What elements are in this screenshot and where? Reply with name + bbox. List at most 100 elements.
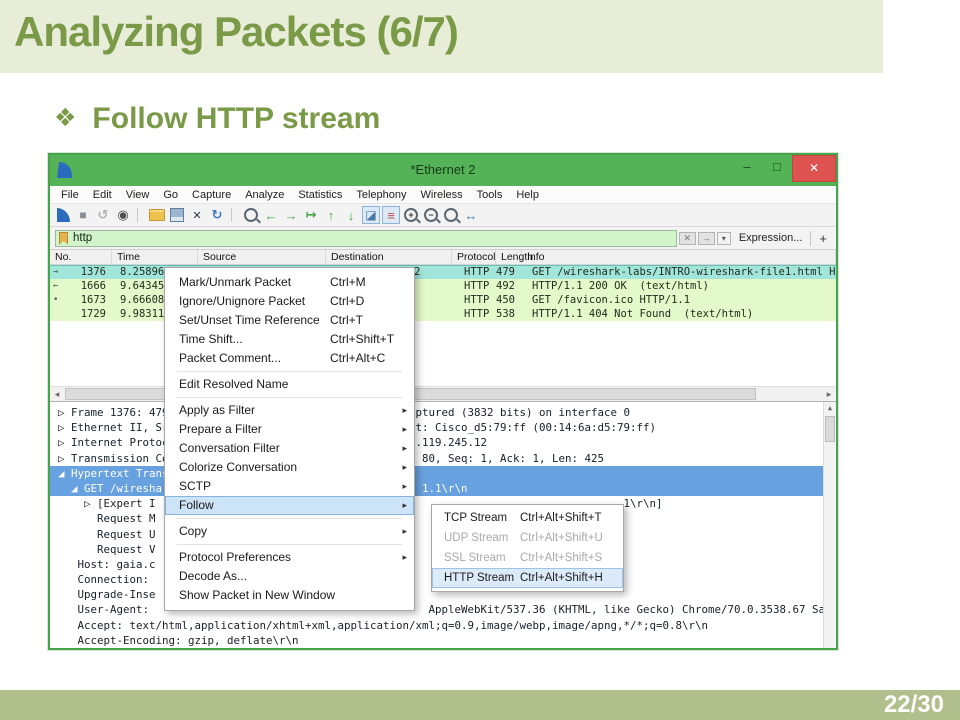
slide-footer-bar [0, 690, 960, 720]
column-time[interactable]: Time [112, 250, 198, 264]
context-menu-item[interactable]: Edit Resolved Name [165, 375, 414, 394]
submenu-item[interactable]: HTTP Stream Ctrl+Alt+Shift+H [432, 568, 623, 588]
zoom-out-icon[interactable]: − [422, 206, 440, 224]
filter-bookmark-icon[interactable] [59, 232, 68, 245]
column-info[interactable]: Info [522, 250, 836, 264]
vertical-scroll-thumb[interactable] [825, 416, 835, 442]
bullet-line: ❖ Follow HTTP stream [54, 102, 380, 136]
packet-length: 450 [496, 293, 522, 307]
context-menu-item[interactable]: SCTP ▸ [165, 477, 414, 496]
expression-button[interactable]: Expression... [739, 232, 803, 244]
zoom-in-icon[interactable]: + [402, 206, 420, 224]
packet-length: 479 [496, 265, 522, 279]
go-to-bottom-icon[interactable]: ↓ [342, 206, 360, 224]
bullet-diamond-icon: ❖ [54, 104, 76, 132]
submenu-item[interactable]: TCP Stream Ctrl+Alt+Shift+T [432, 508, 623, 528]
close-button[interactable]: ✕ [792, 155, 836, 182]
scroll-right-icon[interactable]: ▸ [822, 387, 836, 401]
menu-item[interactable]: Telephony [349, 189, 413, 201]
submenu-item-label: TCP Stream [444, 512, 507, 524]
menu-item[interactable]: Analyze [238, 189, 291, 201]
submenu-item[interactable]: SSL Stream Ctrl+Alt+Shift+S [432, 548, 623, 568]
context-menu-item[interactable]: Show Packet in New Window [165, 586, 414, 605]
go-forward-icon[interactable]: → [282, 206, 300, 224]
close-file-icon[interactable]: ✕ [188, 206, 206, 224]
go-to-packet-icon[interactable]: ↦ [302, 206, 320, 224]
context-menu-item[interactable]: Colorize Conversation ▸ [165, 458, 414, 477]
column-no[interactable]: No. [50, 250, 112, 264]
filter-input[interactable]: http [55, 230, 677, 247]
reload-file-icon[interactable]: ↻ [208, 206, 226, 224]
menu-item[interactable]: Edit [86, 189, 119, 201]
column-protocol[interactable]: Protocol [452, 250, 496, 264]
toolbar-separator[interactable] [137, 208, 143, 222]
context-menu-item-label: Follow [179, 498, 214, 512]
context-menu-item[interactable]: Protocol Preferences ▸ [165, 548, 414, 567]
menu-item[interactable]: Tools [470, 189, 510, 201]
find-packet-icon[interactable] [242, 206, 260, 224]
zoom-100-icon[interactable] [442, 206, 460, 224]
packet-context-menu: Mark/Unmark Packet Ctrl+M Ignore/Unignor… [164, 267, 415, 611]
submenu-item-shortcut: Ctrl+Alt+Shift+U [520, 528, 603, 548]
details-line[interactable]: Accept-Encoding: gzip, deflate\r\n [58, 633, 823, 648]
menu-item[interactable]: File [54, 189, 86, 201]
save-file-icon[interactable] [168, 206, 186, 224]
context-menu-item[interactable]: Apply as Filter ▸ [165, 401, 414, 420]
submenu-item-label: UDP Stream [444, 532, 508, 544]
window-title: *Ethernet 2 [50, 155, 836, 185]
context-menu-item[interactable]: Set/Unset Time Reference Ctrl+T [165, 311, 414, 330]
context-menu-item[interactable]: Packet Comment... Ctrl+Alt+C [165, 349, 414, 368]
menu-item[interactable]: View [119, 189, 157, 201]
add-filter-button[interactable]: + [810, 231, 831, 246]
context-menu-item[interactable] [177, 518, 402, 519]
menu-item[interactable]: Wireless [414, 189, 470, 201]
submenu-item-label: HTTP Stream [444, 572, 514, 584]
context-menu-item[interactable] [177, 397, 402, 398]
colorize-icon[interactable]: ≡ [382, 206, 400, 224]
go-to-top-icon[interactable]: ↑ [322, 206, 340, 224]
filter-clear-icon[interactable]: ✕ [679, 232, 696, 245]
context-menu-item[interactable]: Ignore/Unignore Packet Ctrl+D [165, 292, 414, 311]
maximize-button[interactable]: □ [762, 155, 792, 180]
context-menu-item[interactable]: Decode As... [165, 567, 414, 586]
menu-item[interactable]: Go [156, 189, 185, 201]
column-length[interactable]: Length [496, 250, 522, 264]
restart-capture-icon[interactable]: ↺ [94, 206, 112, 224]
bullet-text: Follow HTTP stream [92, 102, 380, 135]
filter-dropdown-icon[interactable]: ▾ [717, 232, 731, 245]
minimize-button[interactable]: – [732, 155, 762, 180]
menu-item[interactable]: Statistics [291, 189, 349, 201]
stop-capture-icon[interactable]: ■ [74, 206, 92, 224]
context-menu-item-shortcut: Ctrl+Alt+C [330, 349, 385, 368]
wireshark-fin-icon[interactable] [54, 206, 72, 224]
go-back-icon[interactable]: ← [262, 206, 280, 224]
details-line[interactable]: Accept: text/html,application/xhtml+xml,… [58, 618, 823, 633]
vertical-scrollbar[interactable]: ▲ [823, 402, 836, 648]
window-titlebar[interactable]: *Ethernet 2 – □ ✕ [50, 155, 836, 186]
scroll-up-icon[interactable]: ▲ [824, 402, 836, 415]
window-controls: – □ ✕ [732, 155, 836, 182]
resize-columns-icon[interactable]: ↔ [462, 206, 480, 224]
filter-apply-icon[interactable]: → [698, 232, 715, 245]
packet-no: 1729 [81, 308, 106, 320]
menu-item[interactable]: Capture [185, 189, 238, 201]
context-menu-item[interactable]: Conversation Filter ▸ [165, 439, 414, 458]
context-menu-item[interactable] [177, 371, 402, 372]
column-source[interactable]: Source [198, 250, 326, 264]
context-menu-item-label: Edit Resolved Name [179, 377, 288, 391]
context-menu-item[interactable]: Copy ▸ [165, 522, 414, 541]
toolbar-separator[interactable] [231, 208, 237, 222]
scroll-left-icon[interactable]: ◂ [50, 387, 64, 401]
packet-info: GET /wireshark-labs/INTRO-wireshark-file… [522, 265, 836, 279]
context-menu-item[interactable] [177, 544, 402, 545]
context-menu-item[interactable]: Prepare a Filter ▸ [165, 420, 414, 439]
column-destination[interactable]: Destination [326, 250, 452, 264]
context-menu-item[interactable]: Mark/Unmark Packet Ctrl+M [165, 273, 414, 292]
context-menu-item[interactable]: Time Shift... Ctrl+Shift+T [165, 330, 414, 349]
capture-options-icon[interactable]: ◉ [114, 206, 132, 224]
autoscroll-icon[interactable]: ◪ [362, 206, 380, 224]
open-file-icon[interactable] [148, 206, 166, 224]
submenu-item[interactable]: UDP Stream Ctrl+Alt+Shift+U [432, 528, 623, 548]
context-menu-item[interactable]: Follow ▸ [165, 496, 414, 515]
menu-item[interactable]: Help [509, 189, 546, 201]
